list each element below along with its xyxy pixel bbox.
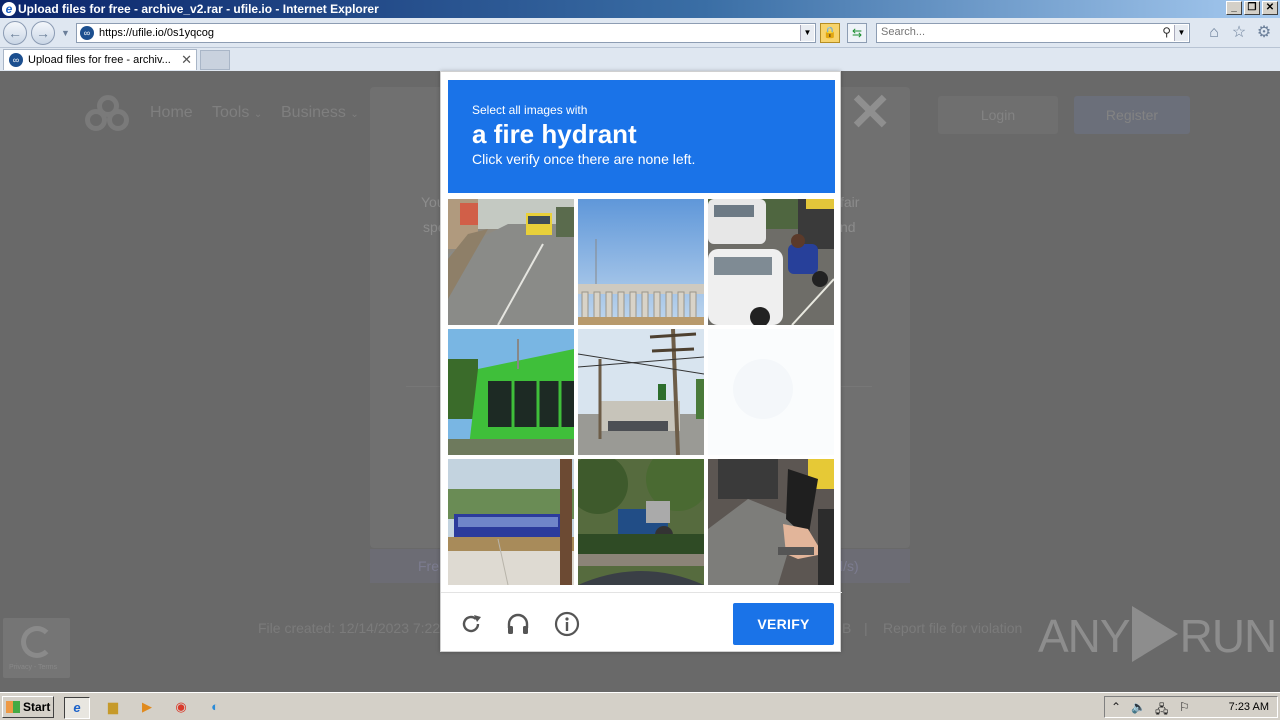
free-btn-text-right: l/s) [840, 558, 859, 574]
chevron-down-icon: ⌄ [253, 109, 263, 120]
taskbar-ie-icon[interactable]: e [64, 697, 90, 719]
refresh-challenge-button[interactable] [457, 610, 485, 638]
minimize-button[interactable]: _ [1226, 1, 1242, 15]
captcha-challenge: Select all images with a fire hydrant Cl… [440, 71, 842, 652]
anyrun-watermark-right: RUN [1179, 610, 1278, 662]
new-tab-button[interactable] [200, 50, 230, 70]
favorites-star-icon[interactable]: ☆ [1230, 24, 1248, 42]
network-icon[interactable]: 🖧 [1155, 700, 1168, 720]
modal-text-right-1: fair [840, 194, 860, 210]
restore-button[interactable]: ❐ [1244, 1, 1260, 15]
navigation-bar: ← → ▼ ∞ https://ufile.io/0s1yqcog ▼ 🔒 ⇆ … [0, 18, 1280, 48]
audio-challenge-button[interactable] [504, 610, 532, 638]
prompt-line-1: Select all images with [472, 103, 588, 117]
captcha-tile-1[interactable] [448, 199, 574, 325]
site-nav-business[interactable]: Business ⌄ [281, 104, 359, 122]
search-box[interactable]: ⚲ ▼ [876, 23, 1190, 43]
captcha-tile-3[interactable] [708, 199, 834, 325]
system-tray: ⌃ 🔈 🖧 ⚐ 7:23 AM [1104, 696, 1278, 718]
taskbar-media-player-icon[interactable]: ▶ [134, 697, 160, 719]
captcha-footer-divider [441, 592, 842, 593]
close-window-button[interactable]: ✕ [1262, 1, 1278, 15]
home-icon[interactable]: ⌂ [1205, 24, 1223, 42]
start-button[interactable]: Start [2, 696, 54, 718]
report-violation-link[interactable]: Report file for violation [883, 620, 1022, 636]
prompt-line-3: Click verify once there are none left. [472, 151, 696, 167]
captcha-tile-4[interactable] [448, 329, 574, 455]
site-favicon-icon: ∞ [80, 26, 94, 40]
footer-separator: | [864, 620, 868, 636]
window-title: Upload files for free - archive_v2.rar -… [18, 2, 379, 16]
recaptcha-badge[interactable]: Privacy - Terms [3, 618, 70, 678]
prompt-target: a fire hydrant [472, 119, 637, 149]
taskbar-edge-icon[interactable]: ◐ [202, 697, 228, 719]
close-modal-icon[interactable]: ✕ [848, 87, 892, 139]
footer-size-text: B [842, 620, 852, 636]
address-url[interactable]: https://ufile.io/0s1yqcog [99, 26, 214, 41]
close-tab-icon[interactable]: ✕ [181, 52, 192, 68]
forward-arrow-icon: → [36, 25, 50, 41]
captcha-tile-2[interactable] [578, 199, 704, 325]
recaptcha-icon [21, 626, 53, 658]
info-button[interactable] [553, 610, 581, 638]
taskbar-chrome-icon[interactable]: ◉ [168, 697, 194, 719]
windows-flag-icon [6, 701, 20, 713]
login-button[interactable]: Login [938, 96, 1058, 134]
captcha-tile-5[interactable] [578, 329, 704, 455]
address-dropdown-icon[interactable]: ▼ [800, 25, 814, 41]
anyrun-watermark-left: ANY [1038, 610, 1131, 662]
gear-icon[interactable]: ⚙ [1255, 24, 1273, 42]
play-triangle-icon [1131, 605, 1178, 662]
modal-text-right-2: nd [840, 219, 856, 235]
site-nav-home[interactable]: Home [150, 104, 193, 122]
clock[interactable]: 7:23 AM [1229, 701, 1269, 713]
search-dropdown-icon[interactable]: ▼ [1174, 25, 1188, 41]
captcha-image-grid [448, 199, 835, 586]
tab-favicon-icon: ∞ [9, 53, 23, 67]
captcha-tile-9[interactable] [708, 459, 834, 585]
action-center-flag-icon[interactable]: ⚐ [1179, 700, 1190, 714]
captcha-tile-7[interactable] [448, 459, 574, 585]
headphones-icon [507, 613, 529, 634]
back-arrow-icon: ← [8, 25, 22, 41]
free-btn-text-left: Fre [418, 558, 439, 574]
taskbar: Start e ▆ ▶ ◉ ◐ ⌃ 🔈 🖧 ⚐ 7:23 AM [0, 692, 1280, 720]
window-controls: _ ❐ ✕ [1226, 1, 1278, 15]
refresh-icon [462, 615, 481, 633]
captcha-prompt-header: Select all images with a fire hydrant Cl… [448, 80, 835, 193]
tab-label: Upload files for free - archiv... [28, 54, 171, 66]
recent-pages-dropdown-icon[interactable]: ▼ [61, 28, 70, 38]
security-lock-icon[interactable]: 🔒 [820, 23, 840, 43]
captcha-tile-8[interactable] [578, 459, 704, 585]
recaptcha-privacy-terms[interactable]: Privacy - Terms [9, 664, 57, 671]
back-button[interactable]: ← [3, 21, 27, 45]
site-nav-tools[interactable]: Tools ⌄ [212, 104, 262, 122]
taskbar-explorer-folder-icon[interactable]: ▆ [100, 697, 126, 719]
window-titlebar: e Upload files for free - archive_v2.rar… [0, 0, 1280, 18]
ufile-logo-icon[interactable] [85, 95, 131, 133]
file-created-text: File created: 12/14/2023 7:22 [258, 620, 441, 636]
forward-button[interactable]: → [31, 21, 55, 45]
verify-button[interactable]: VERIFY [733, 603, 834, 645]
address-bar[interactable]: ∞ https://ufile.io/0s1yqcog ▼ [76, 23, 816, 43]
register-button[interactable]: Register [1074, 96, 1190, 134]
captcha-tile-6[interactable] [708, 329, 834, 455]
chevron-down-icon: ⌄ [350, 109, 359, 120]
tray-expand-icon[interactable]: ⌃ [1111, 700, 1121, 714]
anyrun-watermark: ANY RUN [1038, 605, 1278, 668]
tab-row: ∞ Upload files for free - archiv... ✕ [0, 48, 1280, 71]
start-label: Start [23, 700, 51, 714]
volume-icon[interactable]: 🔈 [1131, 700, 1146, 714]
info-icon [554, 611, 580, 637]
compatibility-refresh-icon[interactable]: ⇆ [847, 23, 867, 43]
search-input[interactable] [881, 26, 1151, 38]
search-icon[interactable]: ⚲ [1162, 25, 1171, 39]
ie-logo-icon: e [2, 2, 16, 16]
tab-active[interactable]: ∞ Upload files for free - archiv... ✕ [3, 49, 197, 70]
